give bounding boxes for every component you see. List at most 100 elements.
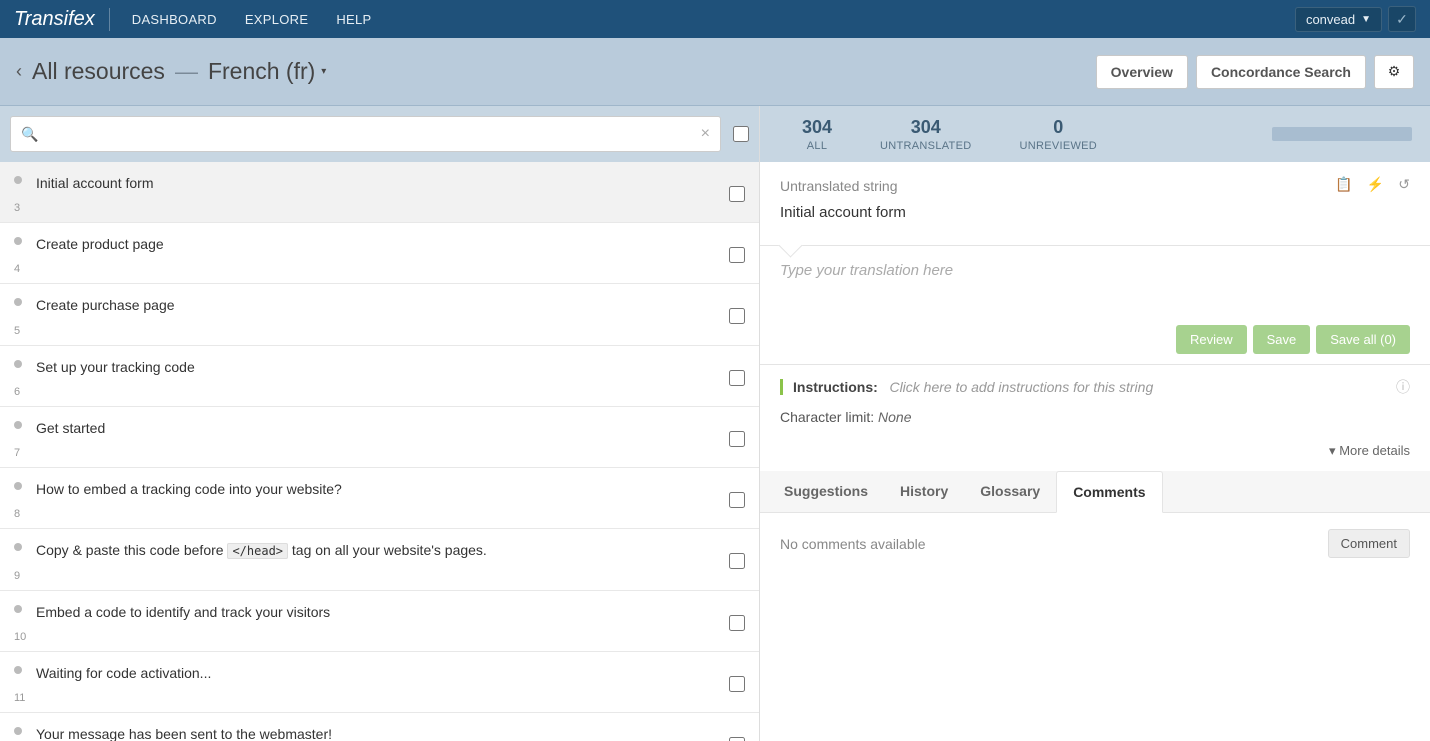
string-checkbox[interactable] xyxy=(729,186,745,202)
detail-tabs: Suggestions History Glossary Comments xyxy=(760,471,1430,513)
string-row[interactable]: Initial account form3 xyxy=(0,162,759,223)
language-selector[interactable]: French (fr) ▾ xyxy=(208,58,326,85)
string-index: 8 xyxy=(14,508,719,520)
chevron-down-icon: ▾ xyxy=(321,66,326,77)
nav-explore[interactable]: EXPLORE xyxy=(231,2,323,37)
string-checkbox[interactable] xyxy=(729,431,745,447)
editor-panel: 304 ALL 304 UNTRANSLATED 0 UNREVIEWED Un… xyxy=(760,106,1430,741)
translation-input[interactable] xyxy=(780,262,1410,312)
string-body: Create product page4 xyxy=(36,235,719,275)
search-icon: 🔍 xyxy=(21,126,38,143)
stat-untranslated-label: UNTRANSLATED xyxy=(880,140,971,152)
status-dot-icon xyxy=(14,605,22,613)
string-text: Copy & paste this code before </head> ta… xyxy=(36,541,719,560)
tab-suggestions[interactable]: Suggestions xyxy=(768,471,884,512)
string-checkbox[interactable] xyxy=(729,615,745,631)
review-button[interactable]: Review xyxy=(1176,325,1247,354)
search-input[interactable] xyxy=(38,126,700,142)
status-dot-icon xyxy=(14,543,22,551)
tab-history[interactable]: History xyxy=(884,471,964,512)
string-checkbox[interactable] xyxy=(729,492,745,508)
status-dot-icon xyxy=(14,482,22,490)
string-status-label: Untranslated string xyxy=(780,178,1410,194)
string-text: Initial account form xyxy=(36,174,719,192)
search-row: 🔍 × xyxy=(0,106,759,162)
stat-unreviewed-count: 0 xyxy=(1019,117,1097,138)
user-menu[interactable]: convead ▼ xyxy=(1295,7,1382,32)
overview-button[interactable]: Overview xyxy=(1096,55,1188,89)
string-text: Get started xyxy=(36,419,719,437)
revert-icon[interactable]: ↺ xyxy=(1398,176,1410,193)
string-checkbox[interactable] xyxy=(729,737,745,741)
clear-search-icon[interactable]: × xyxy=(701,125,710,143)
stat-all[interactable]: 304 ALL xyxy=(778,117,856,152)
add-comment-button[interactable]: Comment xyxy=(1328,529,1410,558)
status-dot-icon xyxy=(14,176,22,184)
save-all-button[interactable]: Save all (0) xyxy=(1316,325,1410,354)
no-comments-text: No comments available xyxy=(780,536,926,552)
concordance-button[interactable]: Concordance Search xyxy=(1196,55,1366,89)
string-row[interactable]: Embed a code to identify and track your … xyxy=(0,591,759,652)
header-right: convead ▼ ✓ xyxy=(1295,6,1416,32)
string-body: Embed a code to identify and track your … xyxy=(36,603,719,643)
string-body: Get started7 xyxy=(36,419,719,459)
string-checkbox[interactable] xyxy=(729,308,745,324)
tab-glossary[interactable]: Glossary xyxy=(964,471,1056,512)
user-name: convead xyxy=(1306,12,1355,27)
copy-source-icon[interactable]: 📋 xyxy=(1335,176,1352,193)
string-row[interactable]: Get started 7 xyxy=(0,407,759,468)
back-icon[interactable]: ‹ xyxy=(16,61,22,82)
string-body: How to embed a tracking code into your w… xyxy=(36,480,719,520)
breadcrumb-resources[interactable]: All resources xyxy=(32,58,165,85)
string-text: Your message has been sent to the webmas… xyxy=(36,725,719,741)
machine-translate-icon[interactable]: ⚡ xyxy=(1367,176,1384,193)
string-index: 11 xyxy=(14,692,719,704)
string-row[interactable]: Set up your tracking code6 xyxy=(0,346,759,407)
stat-untranslated-count: 304 xyxy=(880,117,971,138)
stat-untranslated[interactable]: 304 UNTRANSLATED xyxy=(856,117,995,152)
instructions-placeholder[interactable]: Click here to add instructions for this … xyxy=(889,379,1153,395)
string-body: Copy & paste this code before </head> ta… xyxy=(36,541,719,582)
progress-bar xyxy=(1272,127,1412,141)
main: 🔍 × Initial account form3 Create product … xyxy=(0,106,1430,741)
translation-area: Review Save Save all (0) xyxy=(760,246,1430,365)
info-icon[interactable]: ⓘ xyxy=(1396,377,1410,397)
nav-help[interactable]: HELP xyxy=(322,2,385,37)
logo[interactable]: Transifex xyxy=(14,8,110,31)
header-check-button[interactable]: ✓ xyxy=(1388,6,1416,32)
string-checkbox[interactable] xyxy=(729,247,745,263)
save-button[interactable]: Save xyxy=(1253,325,1311,354)
more-details-label: More details xyxy=(1339,443,1410,458)
source-string-box: Untranslated string Initial account form… xyxy=(760,162,1430,246)
string-row[interactable]: Create purchase page5 xyxy=(0,284,759,345)
tab-comments[interactable]: Comments xyxy=(1056,471,1162,513)
status-dot-icon xyxy=(14,421,22,429)
string-text: Create product page xyxy=(36,235,719,253)
char-limit-value: None xyxy=(878,409,911,425)
string-index: 7 xyxy=(14,447,719,459)
settings-button[interactable]: ⚙ xyxy=(1374,55,1414,89)
nav-dashboard[interactable]: DASHBOARD xyxy=(118,2,231,37)
caret-down-icon: ▼ xyxy=(1361,14,1371,25)
string-row[interactable]: Your message has been sent to the webmas… xyxy=(0,713,759,741)
stat-unreviewed[interactable]: 0 UNREVIEWED xyxy=(995,117,1121,152)
string-row[interactable]: How to embed a tracking code into your w… xyxy=(0,468,759,529)
string-row[interactable]: Create product page4 xyxy=(0,223,759,284)
string-body: Initial account form3 xyxy=(36,174,719,214)
sub-header: ‹ All resources — French (fr) ▾ Overview… xyxy=(0,38,1430,106)
string-row[interactable]: Copy & paste this code before </head> ta… xyxy=(0,529,759,591)
string-body: Set up your tracking code6 xyxy=(36,358,719,398)
breadcrumb: ‹ All resources — French (fr) ▾ xyxy=(16,58,326,85)
string-text: Waiting for code activation... xyxy=(36,664,719,682)
code-tag: </head> xyxy=(227,543,288,559)
more-details-toggle[interactable]: ▾ More details xyxy=(760,439,1430,471)
instructions-box: ⓘ Instructions: Click here to add instru… xyxy=(760,365,1430,439)
string-checkbox[interactable] xyxy=(729,676,745,692)
status-dot-icon xyxy=(14,666,22,674)
select-all-checkbox[interactable] xyxy=(733,126,749,142)
character-limit: Character limit: None xyxy=(780,409,1410,425)
instructions-row: Instructions: Click here to add instruct… xyxy=(780,379,1410,395)
string-checkbox[interactable] xyxy=(729,370,745,386)
string-row[interactable]: Waiting for code activation... 11 xyxy=(0,652,759,713)
string-checkbox[interactable] xyxy=(729,553,745,569)
